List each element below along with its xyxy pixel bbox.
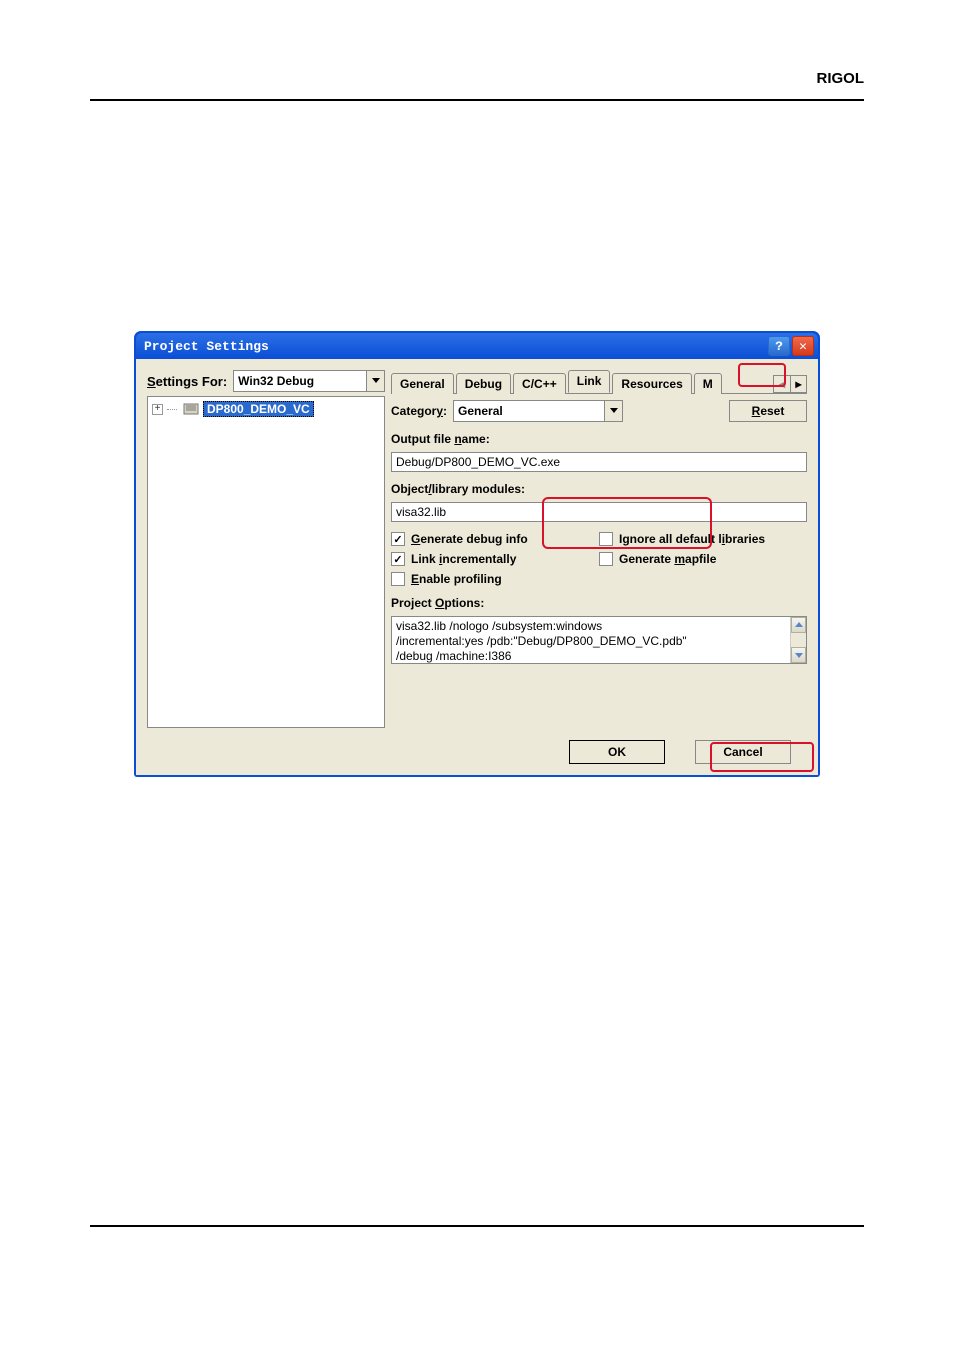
output-file-input[interactable]: Debug/DP800_DEMO_VC.exe (391, 452, 807, 472)
project-options-text[interactable]: visa32.lib /nologo /subsystem:windows /i… (391, 616, 807, 664)
tab-scroll-left[interactable]: ◂ (774, 376, 790, 392)
tabstrip: General Debug C/C++ Link Resources M ◂ ▸ (391, 370, 807, 394)
chk-ignore-libs[interactable]: Ignore all default libraries (599, 532, 807, 546)
tab-more[interactable]: M (694, 373, 722, 394)
chk-label: Generate mapfile (619, 552, 716, 566)
chevron-down-icon[interactable] (366, 371, 384, 391)
settings-for-label: Settings For: (147, 374, 227, 389)
tab-debug[interactable]: Debug (456, 373, 511, 394)
header-rule (90, 99, 864, 101)
scroll-up-icon[interactable] (791, 617, 806, 633)
tab-scroll: ◂ ▸ (773, 375, 807, 393)
tree-root-label: DP800_DEMO_VC (203, 401, 314, 417)
checkbox-icon[interactable]: ✓ (391, 532, 405, 546)
scroll-down-icon[interactable] (791, 647, 806, 663)
project-tree[interactable]: + DP800_DEMO_VC (147, 396, 385, 728)
scrollbar[interactable] (790, 617, 806, 663)
category-value: General (458, 404, 503, 418)
cancel-button[interactable]: Cancel (695, 740, 791, 764)
category-label: Category: (391, 404, 447, 418)
chevron-down-icon[interactable] (604, 401, 622, 421)
tab-scroll-right[interactable]: ▸ (790, 376, 806, 392)
ok-button[interactable]: OK (569, 740, 665, 764)
checkbox-icon[interactable] (599, 532, 613, 546)
modules-input[interactable]: visa32.lib (391, 502, 807, 522)
settings-for-combo[interactable]: Win32 Debug (233, 370, 385, 392)
tab-link[interactable]: Link (568, 370, 611, 393)
chk-gen-mapfile[interactable]: Generate mapfile (599, 552, 807, 566)
brand-label: RIGOL (817, 70, 865, 87)
tree-root-item[interactable]: + DP800_DEMO_VC (152, 401, 380, 417)
output-label: Output file name: (391, 432, 807, 446)
chk-label: Generate debug info (411, 532, 528, 546)
tab-resources[interactable]: Resources (612, 373, 691, 394)
project-options-value: visa32.lib /nologo /subsystem:windows /i… (396, 619, 802, 664)
reset-button[interactable]: Reset (729, 400, 807, 422)
category-combo[interactable]: General (453, 400, 623, 422)
dialog-title-text: Project Settings (144, 339, 269, 354)
chk-generate-debug[interactable]: ✓ Generate debug info (391, 532, 599, 546)
project-icon (183, 402, 199, 416)
tab-general[interactable]: General (391, 373, 454, 394)
settings-for-value: Win32 Debug (238, 374, 314, 388)
chk-label: Enable profiling (411, 572, 502, 586)
project-options-label: Project Options: (391, 596, 807, 610)
dialog-titlebar[interactable]: Project Settings ? ✕ (136, 333, 818, 359)
tab-cpp[interactable]: C/C++ (513, 373, 566, 394)
checkbox-icon[interactable] (599, 552, 613, 566)
chk-link-incr[interactable]: ✓ Link incrementally (391, 552, 599, 566)
checkbox-icon[interactable]: ✓ (391, 552, 405, 566)
modules-label: Object/library modules: (391, 482, 807, 496)
project-settings-dialog: Project Settings ? ✕ Settings For: Win32… (135, 332, 819, 776)
chk-enable-profiling[interactable]: Enable profiling (391, 572, 599, 586)
chk-label: Ignore all default libraries (619, 532, 765, 546)
close-button[interactable]: ✕ (792, 336, 814, 356)
checkbox-icon[interactable] (391, 572, 405, 586)
help-button[interactable]: ? (768, 336, 790, 356)
expander-icon[interactable]: + (152, 404, 163, 415)
footer-rule (90, 1225, 864, 1227)
chk-label: Link incrementally (411, 552, 516, 566)
